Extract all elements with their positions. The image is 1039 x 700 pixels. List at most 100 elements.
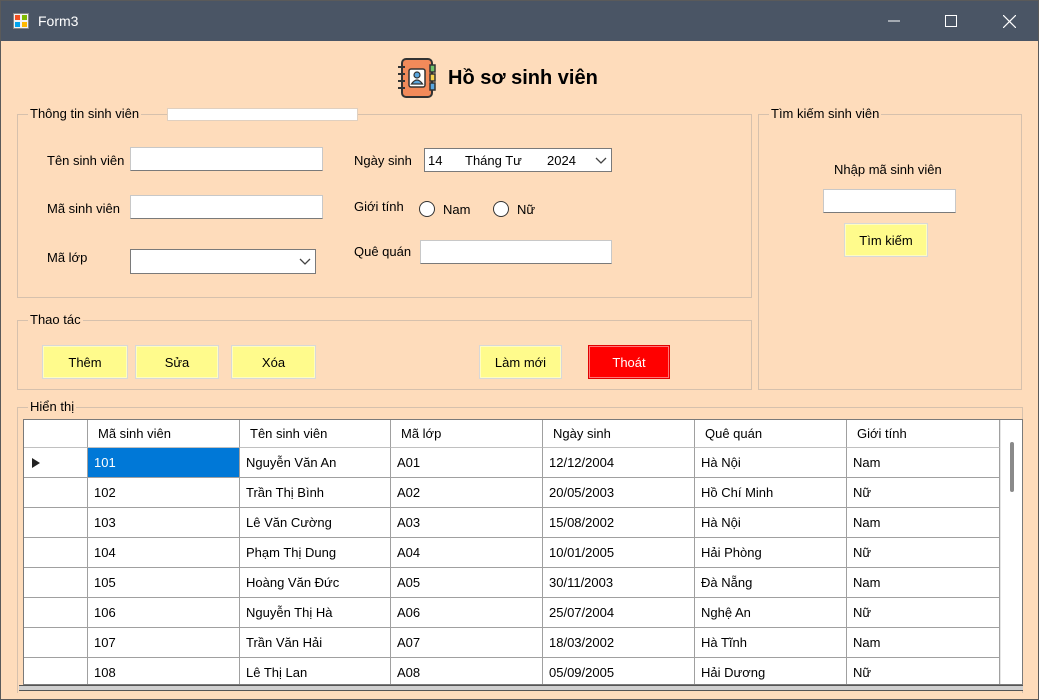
radio-circle[interactable] bbox=[419, 201, 435, 217]
row-header[interactable] bbox=[24, 658, 88, 684]
students-datagrid[interactable]: Mã sinh viên Tên sinh viên Mã lớp Ngày s… bbox=[23, 419, 1023, 685]
row-header[interactable] bbox=[24, 448, 88, 478]
student-info-group: Thông tin sinh viên Tên sinh viên Mã sin… bbox=[17, 106, 752, 298]
table-cell[interactable]: Hải Dương bbox=[695, 658, 847, 684]
hometown-label: Quê quán bbox=[354, 244, 412, 259]
column-header[interactable]: Giới tính bbox=[847, 420, 1000, 448]
row-header[interactable] bbox=[24, 478, 88, 508]
table-cell[interactable]: A07 bbox=[391, 628, 543, 658]
table-cell[interactable]: Trần Thị Bình bbox=[240, 478, 391, 508]
delete-button[interactable]: Xóa bbox=[231, 345, 316, 379]
table-cell[interactable]: Nam bbox=[847, 448, 1000, 478]
row-header[interactable] bbox=[24, 598, 88, 628]
table-row[interactable]: 102 Trần Thị Bình A02 20/05/2003 Hồ Chí Minh… bbox=[24, 478, 1000, 508]
row-header[interactable] bbox=[24, 628, 88, 658]
table-row[interactable]: 106 Nguyễn Thị Hà A06 25/07/2004 Nghệ An Nữ bbox=[24, 598, 1000, 628]
table-cell[interactable]: Hoàng Văn Đức bbox=[240, 568, 391, 598]
table-cell[interactable]: A04 bbox=[391, 538, 543, 568]
table-row[interactable]: 105 Hoàng Văn Đức A05 30/11/2003 Đà Nẵng Nam bbox=[24, 568, 1000, 598]
table-cell[interactable]: Nam bbox=[847, 628, 1000, 658]
table-cell[interactable]: 18/03/2002 bbox=[543, 628, 695, 658]
table-row[interactable]: 103 Lê Văn Cường A03 15/08/2002 Hà Nội Nam bbox=[24, 508, 1000, 538]
gender-radio-nam[interactable]: Nam bbox=[419, 201, 470, 217]
row-header[interactable] bbox=[24, 568, 88, 598]
table-cell[interactable]: Lê Thị Lan bbox=[240, 658, 391, 684]
table-cell[interactable]: Hà Nội bbox=[695, 448, 847, 478]
row-header[interactable] bbox=[24, 538, 88, 568]
table-row[interactable]: 108 Lê Thị Lan A08 05/09/2005 Hải Dương Nữ bbox=[24, 658, 1000, 684]
group-title-textbox[interactable] bbox=[167, 108, 358, 121]
table-cell[interactable]: A05 bbox=[391, 568, 543, 598]
exit-button[interactable]: Thoát bbox=[588, 345, 670, 379]
title-bar[interactable]: Form3 bbox=[1, 1, 1038, 41]
table-cell[interactable]: Nguyễn Thị Hà bbox=[240, 598, 391, 628]
display-group-label: Hiển thị bbox=[28, 399, 77, 415]
table-cell[interactable]: 104 bbox=[88, 538, 240, 568]
student-name-label: Tên sinh viên bbox=[47, 153, 125, 168]
table-row[interactable]: 104 Phạm Thị Dung A04 10/01/2005 Hải Phòng Nữ bbox=[24, 538, 1000, 568]
column-header[interactable]: Ngày sinh bbox=[543, 420, 695, 448]
table-row[interactable]: 101 Nguyễn Văn An A01 12/12/2004 Hà Nội Nam bbox=[24, 448, 1000, 478]
column-header[interactable]: Mã sinh viên bbox=[88, 420, 240, 448]
table-cell[interactable]: 30/11/2003 bbox=[543, 568, 695, 598]
column-header[interactable]: Quê quán bbox=[695, 420, 847, 448]
table-cell[interactable]: Hà Nội bbox=[695, 508, 847, 538]
table-cell[interactable]: 106 bbox=[88, 598, 240, 628]
minimize-button[interactable] bbox=[865, 1, 923, 41]
table-cell[interactable]: Nữ bbox=[847, 658, 1000, 684]
radio-circle[interactable] bbox=[493, 201, 509, 217]
table-cell[interactable]: Hồ Chí Minh bbox=[695, 478, 847, 508]
table-cell[interactable]: Hà Tĩnh bbox=[695, 628, 847, 658]
column-header[interactable]: Mã lớp bbox=[391, 420, 543, 448]
table-cell[interactable]: A01 bbox=[391, 448, 543, 478]
search-student-id-input[interactable] bbox=[823, 189, 956, 213]
table-cell[interactable]: 12/12/2004 bbox=[543, 448, 695, 478]
table-cell[interactable]: Lê Văn Cường bbox=[240, 508, 391, 538]
table-cell[interactable]: 05/09/2005 bbox=[543, 658, 695, 684]
table-cell[interactable]: A06 bbox=[391, 598, 543, 628]
table-cell[interactable]: Đà Nẵng bbox=[695, 568, 847, 598]
birthdate-picker[interactable]: 14 Tháng Tư 2024 bbox=[424, 148, 612, 172]
table-cell[interactable]: Trần Văn Hải bbox=[240, 628, 391, 658]
hometown-input[interactable] bbox=[420, 240, 612, 264]
table-cell[interactable]: 101 bbox=[88, 448, 240, 478]
scrollbar-thumb[interactable] bbox=[1010, 442, 1014, 492]
table-cell[interactable]: 20/05/2003 bbox=[543, 478, 695, 508]
student-id-input[interactable] bbox=[130, 195, 323, 219]
horizontal-scrollbar[interactable] bbox=[19, 685, 1023, 691]
table-cell[interactable]: 25/07/2004 bbox=[543, 598, 695, 628]
table-cell[interactable]: 102 bbox=[88, 478, 240, 508]
class-id-combobox[interactable] bbox=[130, 249, 316, 274]
table-cell[interactable]: 15/08/2002 bbox=[543, 508, 695, 538]
edit-button[interactable]: Sửa bbox=[135, 345, 219, 379]
column-header[interactable]: Tên sinh viên bbox=[240, 420, 391, 448]
table-cell[interactable]: Nguyễn Văn An bbox=[240, 448, 391, 478]
table-cell[interactable]: Nghệ An bbox=[695, 598, 847, 628]
table-cell[interactable]: Nữ bbox=[847, 538, 1000, 568]
gender-radio-nu[interactable]: Nữ bbox=[493, 201, 535, 217]
table-cell[interactable]: Nam bbox=[847, 568, 1000, 598]
table-cell[interactable]: Nữ bbox=[847, 478, 1000, 508]
refresh-button[interactable]: Làm mới bbox=[479, 345, 562, 379]
table-cell[interactable]: 105 bbox=[88, 568, 240, 598]
maximize-button[interactable] bbox=[922, 1, 980, 41]
table-cell[interactable]: Phạm Thị Dung bbox=[240, 538, 391, 568]
vertical-scrollbar[interactable] bbox=[1000, 420, 1022, 684]
table-cell[interactable]: A03 bbox=[391, 508, 543, 538]
student-name-input[interactable] bbox=[130, 147, 323, 171]
add-button[interactable]: Thêm bbox=[42, 345, 128, 379]
table-cell[interactable]: Hải Phòng bbox=[695, 538, 847, 568]
table-cell[interactable]: Nam bbox=[847, 508, 1000, 538]
table-cell[interactable]: 108 bbox=[88, 658, 240, 684]
row-header[interactable] bbox=[24, 508, 88, 538]
table-cell[interactable]: 103 bbox=[88, 508, 240, 538]
table-cell[interactable]: Nữ bbox=[847, 598, 1000, 628]
table-row[interactable]: 107 Trần Văn Hải A07 18/03/2002 Hà Tĩnh Nam bbox=[24, 628, 1000, 658]
table-cell[interactable]: 107 bbox=[88, 628, 240, 658]
close-button[interactable] bbox=[980, 1, 1038, 41]
table-cell[interactable]: A02 bbox=[391, 478, 543, 508]
table-cell[interactable]: A08 bbox=[391, 658, 543, 684]
actions-group-label: Thao tác bbox=[28, 312, 83, 328]
table-cell[interactable]: 10/01/2005 bbox=[543, 538, 695, 568]
search-button[interactable]: Tìm kiếm bbox=[844, 223, 928, 257]
